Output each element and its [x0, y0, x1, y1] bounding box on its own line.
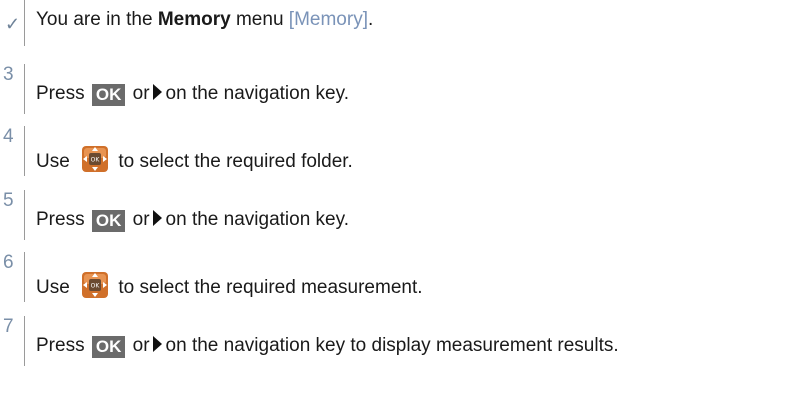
step-number: 3 [3, 64, 14, 85]
step-5: 5 Press OK or on the navigation key. [0, 190, 789, 248]
step-number: 6 [3, 252, 14, 273]
ok-key: OK [91, 336, 126, 358]
divider [24, 0, 25, 46]
triangle-right-icon [152, 84, 162, 100]
triangle-right-icon [152, 336, 162, 352]
step-3: 3 Press OK or on the navigation key. [0, 64, 789, 122]
step-7: 7 Press OK or on the navigation key to di… [0, 316, 789, 374]
navigation-key-icon: OK [82, 272, 109, 298]
step-6: 6 Use OK to select the required measurem… [0, 252, 789, 310]
divider [24, 190, 25, 240]
precondition-row: ✓ You are in the Memory menu [Memory]. [0, 0, 789, 60]
menu-name: Memory [157, 9, 231, 30]
ok-key: OK [91, 84, 126, 106]
precondition-text: You are in the Memory menu [Memory]. [36, 9, 374, 30]
divider [24, 64, 25, 114]
step-number: 5 [3, 190, 14, 211]
ok-key: OK [91, 210, 126, 232]
divider [24, 252, 25, 302]
step-number: 7 [3, 316, 14, 337]
svg-text:OK: OK [91, 283, 101, 290]
navigation-key-icon: OK [82, 146, 109, 172]
check-icon: ✓ [5, 14, 21, 34]
menu-reference: [Memory] [288, 9, 368, 30]
triangle-right-icon [152, 210, 162, 226]
svg-text:OK: OK [91, 157, 101, 164]
divider [24, 126, 25, 176]
divider [24, 316, 25, 366]
step-4: 4 Use OK to select the required folder. [0, 126, 789, 184]
step-number: 4 [3, 126, 14, 147]
